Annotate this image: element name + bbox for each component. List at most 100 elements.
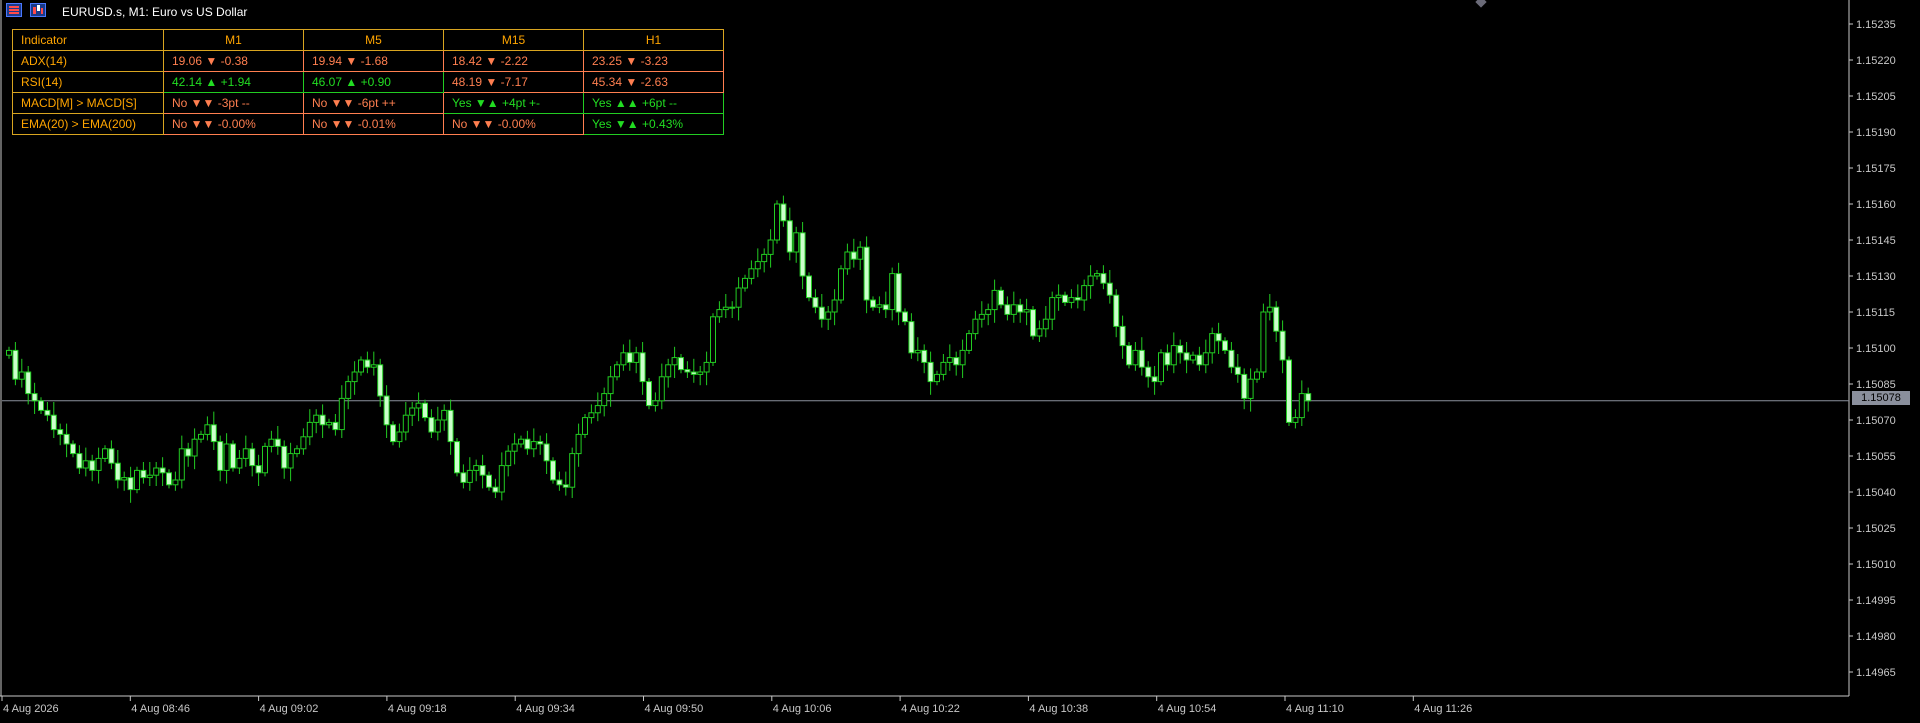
candle-body-bull — [134, 469, 140, 491]
candle-body-bull — [338, 397, 345, 431]
candle-body-bear — [1126, 345, 1132, 366]
candle-body-bull — [1023, 309, 1030, 313]
candle-body-bear — [1222, 340, 1228, 351]
price-tick-label: 1.15190 — [1856, 127, 1896, 139]
candle-body-bull — [198, 433, 204, 440]
candle-body-bull — [121, 477, 128, 481]
time-tick-label: 4 Aug 10:22 — [901, 703, 960, 715]
candle-body-bull — [518, 438, 524, 445]
candle-body-bull — [838, 268, 844, 301]
row-label: RSI(14) — [12, 71, 164, 93]
candle-body-bear — [806, 275, 812, 299]
price-tick-label: 1.15055 — [1856, 451, 1896, 463]
candle-body-bull — [831, 299, 838, 313]
candle-body-bull — [370, 364, 377, 368]
candle-body-bear — [953, 357, 960, 366]
table-cell: 46.07 ▲ +0.90 — [303, 71, 444, 93]
time-tick-label: 4 Aug 10:54 — [1158, 703, 1217, 715]
candle-body-bull — [287, 453, 294, 469]
candle-body-bear — [902, 311, 908, 323]
candle-body-bull — [102, 448, 108, 459]
candle-body-bull — [1081, 285, 1088, 301]
candle-body-bull — [761, 253, 768, 263]
table-cell: 42.14 ▲ +1.94 — [163, 71, 304, 93]
candle-body-bull — [415, 402, 422, 409]
table-cell: No ▼▼ -0.00% — [443, 113, 584, 135]
candle-body-bear — [1286, 359, 1292, 423]
candle-body-bull — [946, 357, 953, 363]
candle-body-bull — [722, 306, 729, 311]
header-m1: M1 — [163, 29, 304, 51]
candle-body-bear — [690, 371, 697, 375]
time-tick-label: 4 Aug 11:10 — [1286, 703, 1344, 715]
candle-body-bull — [754, 261, 761, 270]
candle-body-bull — [1158, 352, 1164, 383]
candle-body-bull — [82, 460, 89, 469]
candle-body-bull — [441, 409, 448, 421]
price-tick-label: 1.14995 — [1856, 595, 1896, 607]
price-tick-label: 1.15100 — [1856, 343, 1896, 355]
price-tick-label: 1.14965 — [1856, 667, 1896, 679]
candle-body-bear — [537, 441, 544, 445]
candle-body-bull — [729, 306, 736, 309]
candle-body-bull — [767, 239, 774, 255]
table-row: MACD[M] > MACD[S] No ▼▼ -3pt -- No ▼▼ -6… — [12, 92, 724, 114]
candle-body-bull — [614, 364, 620, 378]
price-axis: 1.15235 1.15220 1.15205 1.15190 1.15175 1.151… — [1849, 19, 1896, 679]
candle-body-bear — [377, 364, 384, 397]
candle-body-bull — [1190, 354, 1196, 361]
candle-body-bull — [991, 289, 998, 311]
time-tick-label: 4 Aug 10:06 — [773, 703, 832, 715]
candle-body-bull — [569, 453, 576, 488]
candle-body-bull — [1209, 333, 1216, 354]
candle-body-bull — [300, 436, 307, 450]
candle-body-bull — [95, 457, 102, 471]
candle-body-bull — [326, 421, 332, 426]
price-tick-label: 1.15145 — [1856, 235, 1896, 247]
candle-body-bear — [447, 409, 454, 443]
candle-body-bear — [812, 297, 819, 308]
candle-body-bull — [178, 448, 185, 481]
candle-body-bear — [786, 220, 793, 253]
candle-body-bull — [466, 469, 473, 483]
candle-body-bull — [1298, 393, 1305, 419]
candle-body-bear — [38, 400, 44, 411]
candle-body-bull — [18, 371, 25, 380]
candle-body-bear — [1228, 349, 1235, 368]
candle-body-bull — [223, 443, 230, 471]
time-tick-label: 4 Aug 11:26 — [1414, 703, 1472, 715]
candle-body-bull — [697, 371, 704, 375]
candle-body-bear — [159, 467, 166, 474]
candle-body-bear — [1113, 294, 1120, 327]
candle-body-bull — [402, 414, 409, 433]
table-cell: Yes ▲▲ +6pt -- — [583, 92, 724, 114]
candle-body-bear — [89, 460, 96, 471]
candle-body-bull — [505, 450, 512, 467]
indicator-table: Indicator M1 M5 M15 H1 ADX(14) 19.06 ▼ -… — [12, 29, 724, 135]
candle-body-bear — [1030, 309, 1036, 337]
candle-body-bear — [479, 465, 486, 476]
candle-body-bull — [1254, 371, 1260, 380]
candle-body-bear — [1196, 354, 1203, 366]
candle-body-bull — [1247, 378, 1254, 399]
table-cell: Yes ▼▲ +4pt +- — [443, 92, 584, 114]
candle-body-bear — [927, 361, 934, 383]
candle-body-bull — [306, 421, 313, 438]
candle-body-bull — [294, 448, 300, 455]
price-tick-label: 1.15010 — [1856, 559, 1896, 571]
candle-body-bull — [959, 349, 966, 366]
candle-body-bear — [281, 445, 288, 469]
candle-body-bear — [1100, 273, 1107, 284]
candle-body-bear — [562, 484, 569, 488]
candle-body-bull — [934, 373, 940, 383]
candle-body-bear — [921, 349, 928, 363]
candle-body-bear — [684, 369, 691, 373]
table-cell: No ▼▼ -3pt -- — [163, 92, 304, 114]
candle-body-bull — [793, 232, 800, 253]
candle-body-bull — [742, 277, 748, 289]
candle-body-bull — [1068, 297, 1075, 303]
candle-body-bull — [966, 333, 972, 351]
candle-body-bull — [1170, 345, 1177, 366]
candle-body-bear — [249, 448, 256, 467]
candle-body-bull — [652, 400, 659, 407]
